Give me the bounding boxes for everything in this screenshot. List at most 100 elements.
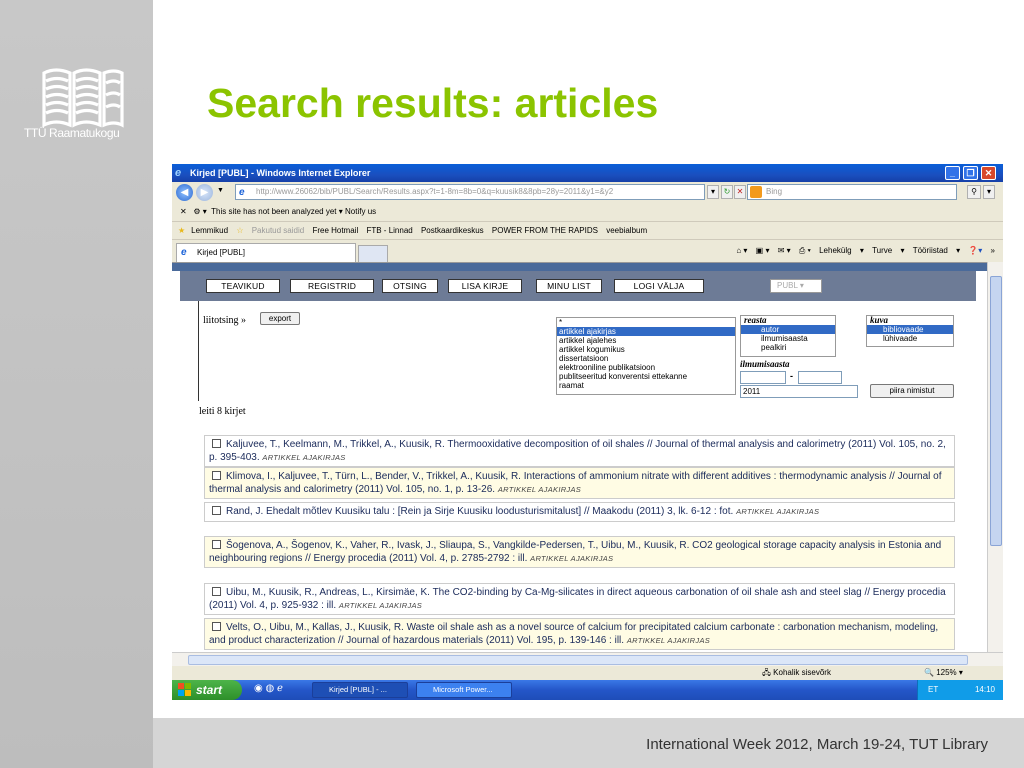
list-item[interactable]: artikkel ajakirjas xyxy=(557,327,735,336)
history-dropdown-icon[interactable]: ▼ xyxy=(217,187,224,194)
list-item[interactable]: pealkiri xyxy=(741,343,835,352)
maximize-button[interactable]: ❐ xyxy=(963,166,978,180)
result-row[interactable]: Velts, O., Uibu, M., Kallas, J., Kuusik,… xyxy=(204,618,955,650)
result-citation[interactable]: Velts, O., Uibu, M., Kallas, J., Kuusik,… xyxy=(209,622,938,646)
result-row[interactable]: Klimova, I., Kaljuvee, T., Türn, L., Ben… xyxy=(204,467,955,499)
result-checkbox[interactable] xyxy=(212,540,221,549)
refresh-button[interactable]: ↻ xyxy=(721,185,733,199)
browser-tab[interactable]: e Kirjed [PUBL] xyxy=(176,243,356,262)
list-item[interactable]: artikkel kogumikus xyxy=(557,345,735,354)
result-checkbox[interactable] xyxy=(212,471,221,480)
year-from-input[interactable] xyxy=(740,371,786,384)
tools-menu[interactable]: Tööriistad xyxy=(913,246,948,255)
search-icon[interactable]: ⚲ xyxy=(967,185,981,199)
list-item[interactable]: raamat xyxy=(557,381,735,390)
help-icon[interactable]: ❓▾ xyxy=(968,246,982,255)
year-range-dash: - xyxy=(790,371,793,381)
favorite-link[interactable]: Postkaardikeskus xyxy=(421,226,484,235)
page-icon: e xyxy=(239,187,245,198)
close-toolbar-icon[interactable]: ✕ xyxy=(180,207,187,216)
scrollbar-thumb[interactable] xyxy=(188,655,968,665)
list-item[interactable]: autor xyxy=(741,325,835,334)
sort-order-list[interactable]: reasta autor ilmumisaasta pealkiri xyxy=(740,315,836,357)
year-to-input[interactable] xyxy=(798,371,842,384)
mail-icon[interactable]: ✉ ▾ xyxy=(778,246,791,255)
result-row[interactable]: Šogenova, A., Šogenov, K., Vaher, R., Iv… xyxy=(204,536,955,568)
result-checkbox[interactable] xyxy=(212,587,221,596)
result-checkbox[interactable] xyxy=(212,506,221,515)
add-favorite-icon[interactable]: ☆ xyxy=(236,226,243,235)
address-bar[interactable]: e http://www.26062/bib/PUBL/Search/Resul… xyxy=(235,184,705,200)
app-menu-bar: TEAVIKUD REGISTRID OTSING LISA KIRJE MIN… xyxy=(180,271,976,301)
feeds-icon[interactable]: ▣ ▾ xyxy=(756,246,770,255)
favorite-link[interactable]: POWER FROM THE RAPIDS xyxy=(492,226,598,235)
result-row[interactable]: Uibu, M., Kuusik, R., Andreas, L., Kirsi… xyxy=(204,583,955,615)
menu-registrid[interactable]: REGISTRID xyxy=(290,279,374,293)
vertical-scrollbar[interactable] xyxy=(987,262,1003,652)
minimize-button[interactable]: _ xyxy=(945,166,960,180)
page-top-strip xyxy=(172,263,987,271)
menu-lisa-kirje[interactable]: LISA KIRJE xyxy=(448,279,522,293)
menu-teavikud[interactable]: TEAVIKUD xyxy=(206,279,280,293)
horizontal-scrollbar[interactable] xyxy=(172,652,1003,666)
result-citation[interactable]: Rand, J. Ehedalt mõtlev Kuusiku talu : [… xyxy=(226,506,733,517)
language-indicator[interactable]: ET xyxy=(928,685,938,694)
favorites-label[interactable]: Lemmikud xyxy=(191,226,228,235)
result-type-tag: ARTIKKEL AJAKIRJAS xyxy=(530,553,614,563)
home-icon[interactable]: ⌂ ▾ xyxy=(736,246,747,255)
page-menu[interactable]: Lehekülg xyxy=(819,246,851,255)
year-input[interactable]: 2011 xyxy=(740,385,858,398)
menu-minu-list[interactable]: MINU LIST xyxy=(536,279,602,293)
publication-type-list[interactable]: * artikkel ajakirjas artikkel ajalehes a… xyxy=(556,317,736,395)
address-dropdown-button[interactable]: ▾ xyxy=(707,185,719,199)
favorites-star-icon[interactable]: ★ xyxy=(178,226,185,235)
favorite-link[interactable]: FTB - Linnad xyxy=(366,226,412,235)
new-tab-button[interactable] xyxy=(358,245,388,262)
result-checkbox[interactable] xyxy=(212,439,221,448)
export-button[interactable]: export xyxy=(260,312,300,325)
result-row[interactable]: Rand, J. Ehedalt mõtlev Kuusiku talu : [… xyxy=(204,502,955,522)
list-item[interactable]: elektrooniline publikatsioon xyxy=(557,363,735,372)
quicklaunch-icons[interactable]: ◉ ◍ ℯ xyxy=(254,683,283,694)
search-input[interactable]: Bing xyxy=(747,184,957,200)
start-button[interactable]: start xyxy=(172,680,242,700)
safety-menu[interactable]: Turve xyxy=(872,246,892,255)
limit-list-button[interactable]: piira nimistut xyxy=(870,384,954,398)
print-icon[interactable]: ⎙ ▾ xyxy=(799,246,811,255)
year-label: ilmumisaasta xyxy=(740,359,790,369)
view-mode-list[interactable]: kuva bibliovaade lühivaade xyxy=(866,315,954,347)
slide-title: Search results: articles xyxy=(207,80,659,126)
wot-icon[interactable]: ⚙ ▾ xyxy=(193,207,206,216)
favorite-link[interactable]: veebialbum xyxy=(606,226,647,235)
scrollbar-thumb[interactable] xyxy=(990,276,1002,546)
list-item[interactable]: bibliovaade xyxy=(867,325,953,334)
stop-button[interactable]: ✕ xyxy=(734,185,746,199)
frame-border xyxy=(198,301,199,401)
web-page: TEAVIKUD REGISTRID OTSING LISA KIRJE MIN… xyxy=(172,262,987,652)
result-checkbox[interactable] xyxy=(212,622,221,631)
taskbar-item-ie[interactable]: Kirjed [PUBL] - ... xyxy=(312,682,408,698)
database-select[interactable]: PUBL ▾ xyxy=(770,279,822,293)
menu-logi-valja[interactable]: LOGI VÄLJA xyxy=(614,279,704,293)
more-chevron-icon[interactable]: » xyxy=(991,246,995,255)
favorite-link[interactable]: Free Hotmail xyxy=(312,226,358,235)
list-item[interactable]: publitseeritud konverentsi ettekanne xyxy=(557,372,735,381)
list-item[interactable]: lühivaade xyxy=(867,334,953,343)
back-button[interactable]: ◀ xyxy=(176,184,193,201)
notify-link[interactable]: Notify us xyxy=(345,207,376,216)
result-row[interactable]: Kaljuvee, T., Keelmann, M., Trikkel, A.,… xyxy=(204,435,955,467)
list-item[interactable]: dissertatsioon xyxy=(557,354,735,363)
favorite-link[interactable]: Pakutud saidid xyxy=(252,226,304,235)
result-citation[interactable]: Uibu, M., Kuusik, R., Andreas, L., Kirsi… xyxy=(209,587,946,611)
taskbar-item-powerpoint[interactable]: Microsoft Power... xyxy=(416,682,512,698)
list-item[interactable]: artikkel ajalehes xyxy=(557,336,735,345)
menu-otsing[interactable]: OTSING xyxy=(382,279,438,293)
command-bar: ⌂ ▾ ▣ ▾ ✉ ▾ ⎙ ▾ Lehekülg ▾ Turve ▾ Tööri… xyxy=(736,246,995,255)
search-options-button[interactable]: ▾ xyxy=(983,185,995,199)
close-button[interactable]: ✕ xyxy=(981,166,996,180)
forward-button[interactable]: ▶ xyxy=(196,184,213,201)
list-item[interactable]: ilmumisaasta xyxy=(741,334,835,343)
combined-search-link[interactable]: liitotsing » xyxy=(203,315,246,326)
list-item[interactable]: * xyxy=(557,318,735,327)
zoom-level[interactable]: 🔍 125% ▾ xyxy=(924,666,963,680)
